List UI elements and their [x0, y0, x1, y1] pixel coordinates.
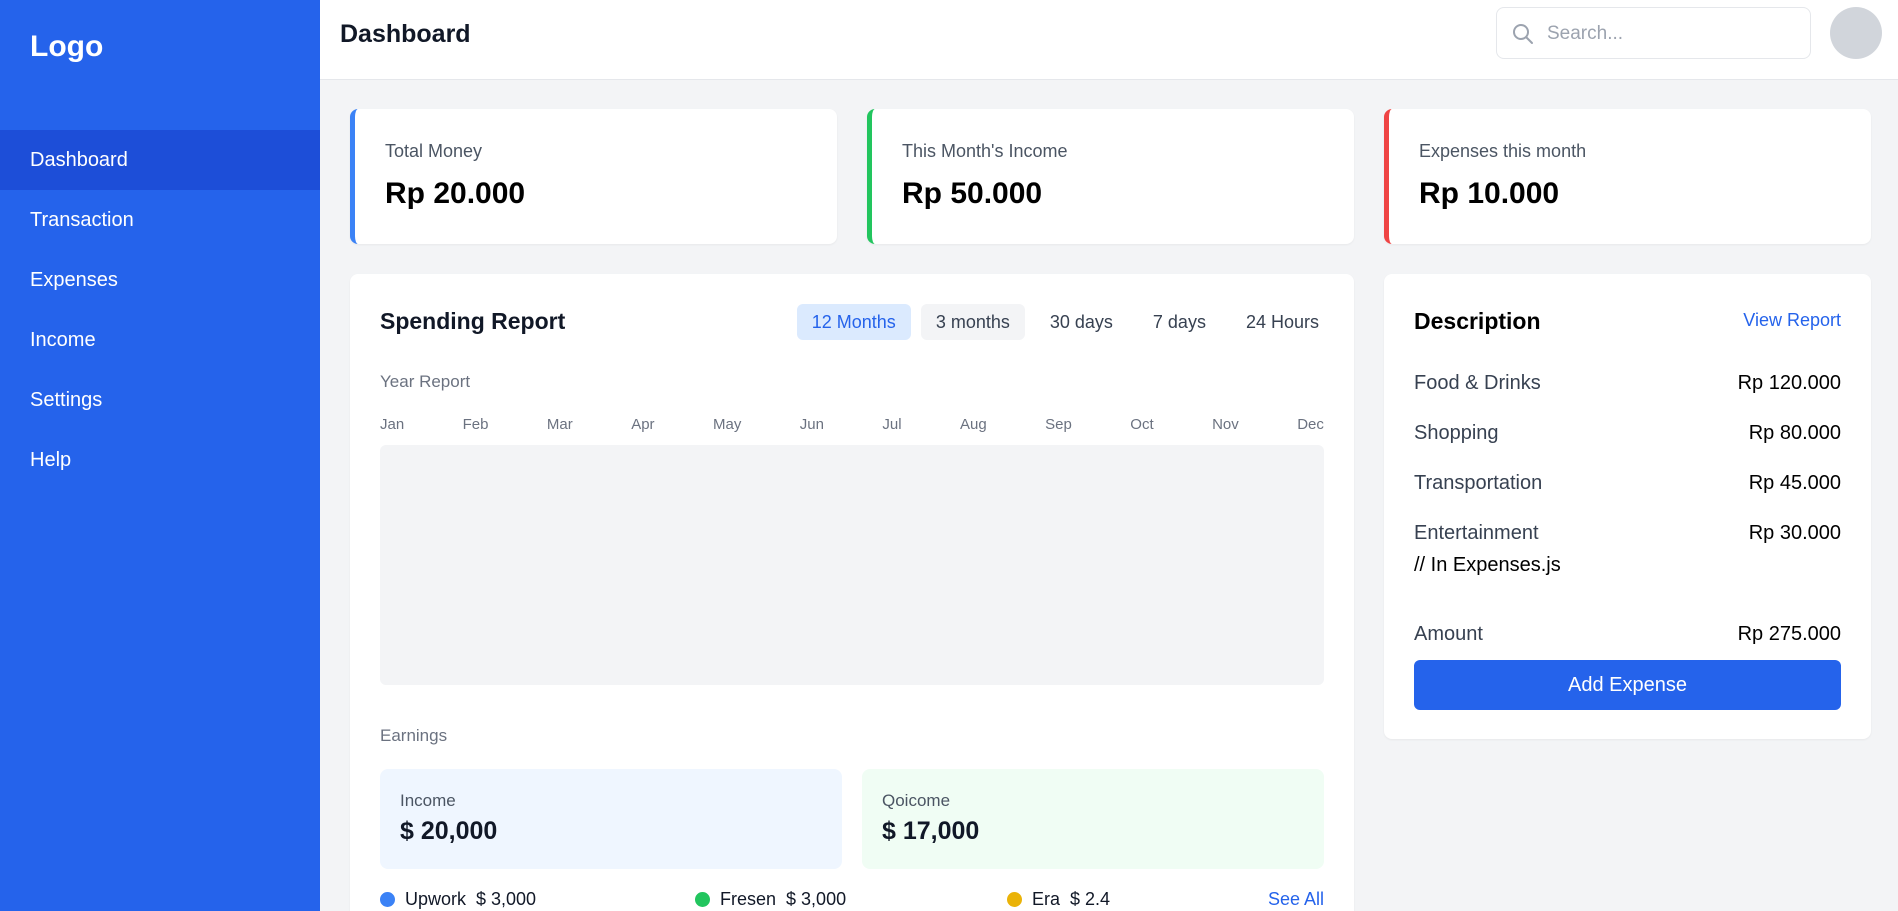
source-name: Fresen	[720, 889, 777, 909]
income-sources: Upwork $ 3,000 Fresen $ 3,000 Era $ 2.4 …	[380, 889, 1324, 911]
expense-name: Food & Drinks	[1414, 372, 1541, 394]
top-header: Dashboard	[320, 0, 1898, 80]
source-amount: $ 2.4	[1070, 889, 1111, 909]
month-label: Aug	[960, 416, 987, 433]
sidebar-item-income[interactable]: Income	[0, 310, 320, 370]
source-name: Upwork	[405, 889, 467, 909]
view-report-link[interactable]: View Report	[1743, 310, 1841, 331]
stat-label: Total Money	[385, 141, 483, 161]
description-panel: Description View Report Food & Drinks Rp…	[1384, 274, 1871, 739]
expense-name: Entertainment	[1414, 522, 1539, 544]
search-icon	[1513, 24, 1533, 44]
sidebar-item-help[interactable]: Help	[0, 430, 320, 490]
tab-3-months[interactable]: 3 months	[920, 304, 1025, 340]
expense-amount: Rp 120.000	[1737, 372, 1841, 394]
tab-24-hours[interactable]: 24 Hours	[1231, 304, 1334, 340]
month-label: Apr	[631, 416, 655, 433]
month-label: Jun	[799, 416, 824, 433]
description-title: Description	[1414, 308, 1541, 334]
sidebar-item-dashboard[interactable]: Dashboard	[0, 130, 320, 190]
expense-amount: Rp 30.000	[1748, 522, 1841, 544]
expense-row-food: Food & Drinks Rp 120.000	[1414, 372, 1841, 402]
source-item-upwork: Upwork $ 3,000	[380, 889, 536, 910]
stat-label: This Month's Income	[902, 141, 1068, 161]
search-input[interactable]	[1547, 20, 1797, 48]
amount-total-row: Amount Rp 275.000	[1414, 623, 1841, 653]
month-label: Mar	[546, 416, 573, 433]
earnings-label: Earnings	[380, 726, 448, 745]
amount-value: Rp 275.000	[1737, 623, 1841, 645]
legend-dot	[380, 892, 395, 907]
sidebar-item-settings[interactable]: Settings	[0, 370, 320, 430]
expense-amount: Rp 45.000	[1748, 472, 1841, 494]
expense-row-entertainment: Entertainment Rp 30.000	[1414, 522, 1841, 552]
expense-amount: Rp 80.000	[1748, 422, 1841, 444]
source-item-era: Era $ 2.4	[1007, 889, 1110, 910]
source-item-fresen: Fresen $ 3,000	[695, 889, 846, 910]
see-all-link[interactable]: See All	[1268, 889, 1324, 910]
chart-placeholder	[380, 445, 1324, 685]
search-box[interactable]	[1496, 7, 1811, 59]
code-comment-text: // In Expenses.js	[1414, 554, 1561, 576]
tab-7-days[interactable]: 7 days	[1138, 304, 1221, 340]
stat-value: Rp 50.000	[902, 177, 1043, 210]
expense-row-transportation: Transportation Rp 45.000	[1414, 472, 1841, 502]
month-label: Nov	[1212, 416, 1239, 433]
tab-12-months[interactable]: 12 Months	[796, 304, 911, 340]
sidebar: Logo Dashboard Transaction Expenses Inco…	[0, 0, 320, 911]
month-label: Dec	[1297, 416, 1324, 433]
tab-30-days[interactable]: 30 days	[1035, 304, 1128, 340]
stat-value: Rp 20.000	[385, 177, 526, 210]
expense-name: Shopping	[1414, 422, 1499, 444]
legend-dot	[695, 892, 710, 907]
spending-report: Spending Report 12 Months 3 months 30 da…	[350, 274, 1354, 911]
avatar[interactable]	[1830, 7, 1882, 59]
report-title: Spending Report	[380, 308, 566, 334]
source-name: Era	[1032, 889, 1061, 909]
earnings-card-value: $ 17,000	[882, 817, 980, 845]
stat-label: Expenses this month	[1419, 141, 1587, 161]
stat-value: Rp 10.000	[1419, 177, 1560, 210]
month-label: Sep	[1045, 416, 1072, 433]
page-title: Dashboard	[340, 20, 471, 48]
source-amount: $ 3,000	[786, 889, 847, 909]
source-amount: $ 3,000	[476, 889, 537, 909]
add-expense-button[interactable]: Add Expense	[1414, 660, 1841, 710]
month-label: Oct	[1130, 416, 1154, 433]
month-axis: Jan Feb Mar Apr May Jun Jul Aug Sep Oct …	[380, 416, 1324, 433]
earnings-card-label: Income	[400, 791, 456, 810]
earnings-card-value: $ 20,000	[400, 817, 498, 845]
stat-card-month-expenses: Expenses this month Rp 10.000	[1384, 109, 1871, 244]
month-label: Feb	[462, 416, 489, 433]
month-label: May	[712, 416, 742, 433]
sidebar-item-expenses[interactable]: Expenses	[0, 250, 320, 310]
amount-label: Amount	[1414, 623, 1483, 645]
expense-name: Transportation	[1414, 472, 1543, 494]
month-label: Jul	[882, 416, 902, 433]
stat-card-month-income: This Month's Income Rp 50.000	[867, 109, 1354, 244]
stat-card-total-money: Total Money Rp 20.000	[350, 109, 837, 244]
logo: Logo	[30, 30, 104, 63]
legend-dot	[1007, 892, 1022, 907]
sidebar-item-transaction[interactable]: Transaction	[0, 190, 320, 250]
month-label: Jan	[380, 416, 405, 433]
period-tabs: 12 Months 3 months 30 days 7 days 24 Hou…	[796, 304, 1334, 340]
earnings-card-label: Qoicome	[882, 791, 951, 810]
earnings-card-income: Income $ 20,000	[380, 769, 842, 869]
earnings-card-qoicome: Qoicome $ 17,000	[862, 769, 1324, 869]
expense-row-shopping: Shopping Rp 80.000	[1414, 422, 1841, 452]
sidebar-nav: Dashboard Transaction Expenses Income Se…	[0, 130, 320, 490]
year-report-label: Year Report	[380, 372, 471, 391]
